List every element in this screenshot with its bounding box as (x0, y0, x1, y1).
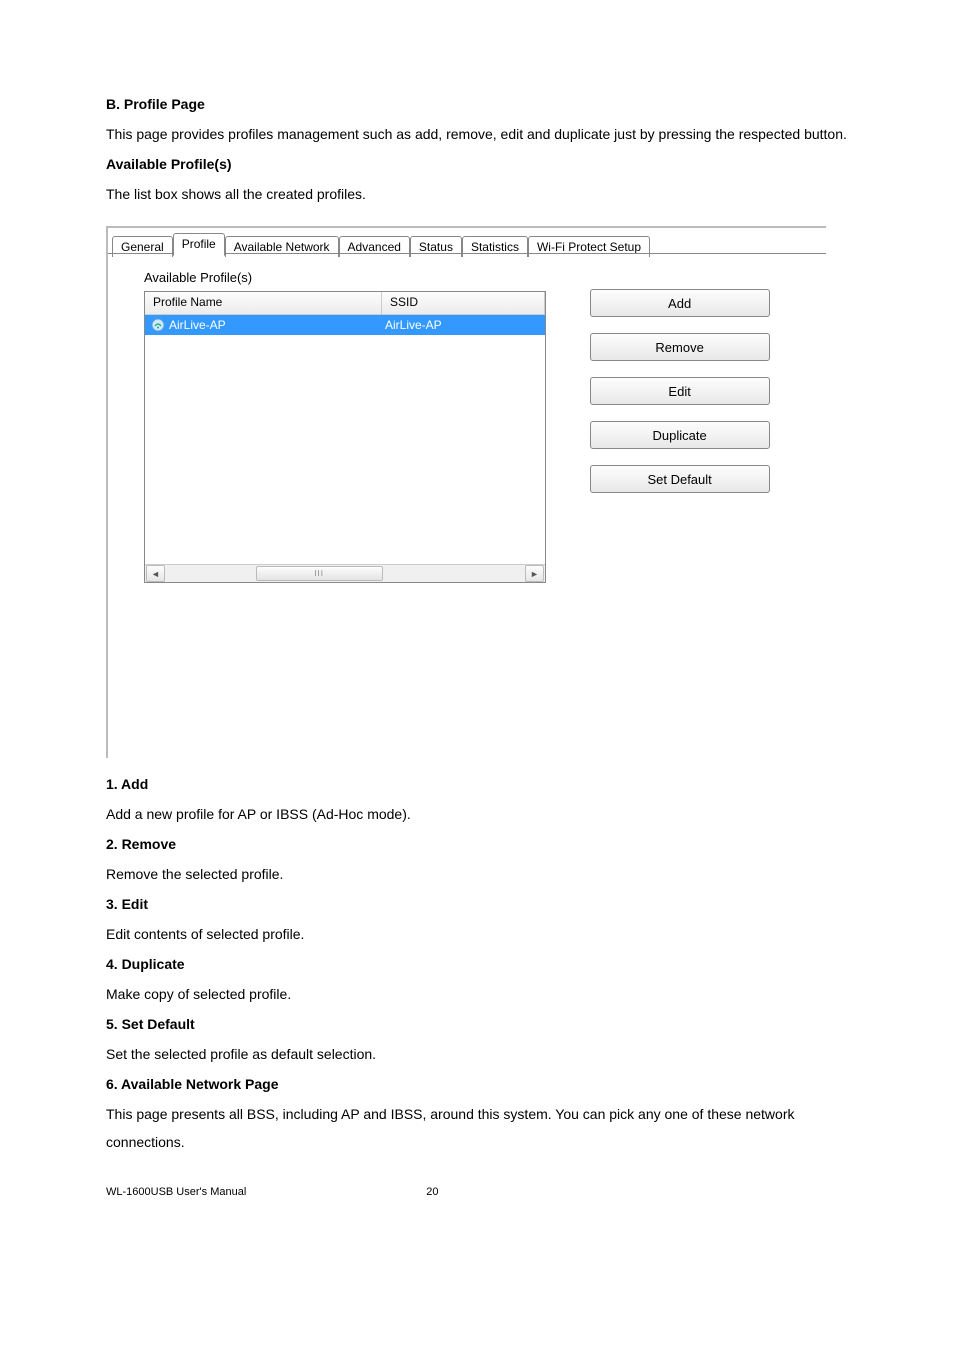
paragraph-available-profiles: The list box shows all the created profi… (106, 180, 848, 208)
footer-page-number: 20 (426, 1186, 438, 1198)
heading-set-default: 5. Set Default (106, 1010, 848, 1038)
heading-available-profiles: Available Profile(s) (106, 150, 848, 178)
add-button[interactable]: Add (590, 289, 770, 317)
heading-edit: 3. Edit (106, 890, 848, 918)
profile-name-cell: AirLive-AP (169, 318, 226, 332)
list-header: Profile Name SSID (145, 292, 545, 315)
wifi-icon (151, 318, 165, 332)
column-ssid[interactable]: SSID (382, 292, 545, 314)
duplicate-button[interactable]: Duplicate (590, 421, 770, 449)
scroll-track[interactable]: III (166, 566, 524, 581)
heading-available-network-page: 6. Available Network Page (106, 1070, 848, 1098)
footer-manual-name: WL-1600USB User's Manual (106, 1186, 246, 1198)
paragraph-remove: Remove the selected profile. (106, 860, 848, 888)
scroll-thumb[interactable]: III (256, 566, 383, 581)
profile-listbox[interactable]: Profile Name SSID AirLive-AP AirLive-AP (144, 291, 546, 583)
paragraph-edit: Edit contents of selected profile. (106, 920, 848, 948)
scroll-right-icon[interactable]: ► (525, 565, 544, 582)
paragraph-profile-page: This page provides profiles management s… (106, 120, 848, 148)
paragraph-set-default: Set the selected profile as default sele… (106, 1040, 848, 1068)
paragraph-add: Add a new profile for AP or IBSS (Ad-Hoc… (106, 800, 848, 828)
heading-profile-page: B. Profile Page (106, 90, 848, 118)
paragraph-duplicate: Make copy of selected profile. (106, 980, 848, 1008)
heading-add: 1. Add (106, 770, 848, 798)
available-profiles-label: Available Profile(s) (144, 270, 808, 285)
scroll-left-icon[interactable]: ◄ (146, 565, 165, 582)
list-item[interactable]: AirLive-AP AirLive-AP (145, 315, 545, 335)
set-default-button[interactable]: Set Default (590, 465, 770, 493)
profile-dialog: General Profile Available Network Advanc… (106, 226, 826, 758)
heading-remove: 2. Remove (106, 830, 848, 858)
profile-ssid-cell: AirLive-AP (379, 318, 545, 332)
tab-profile[interactable]: Profile (173, 233, 225, 256)
column-profile-name[interactable]: Profile Name (145, 292, 382, 314)
horizontal-scrollbar[interactable]: ◄ III ► (145, 564, 545, 582)
paragraph-available-network-page: This page presents all BSS, including AP… (106, 1100, 848, 1156)
remove-button[interactable]: Remove (590, 333, 770, 361)
heading-duplicate: 4. Duplicate (106, 950, 848, 978)
edit-button[interactable]: Edit (590, 377, 770, 405)
